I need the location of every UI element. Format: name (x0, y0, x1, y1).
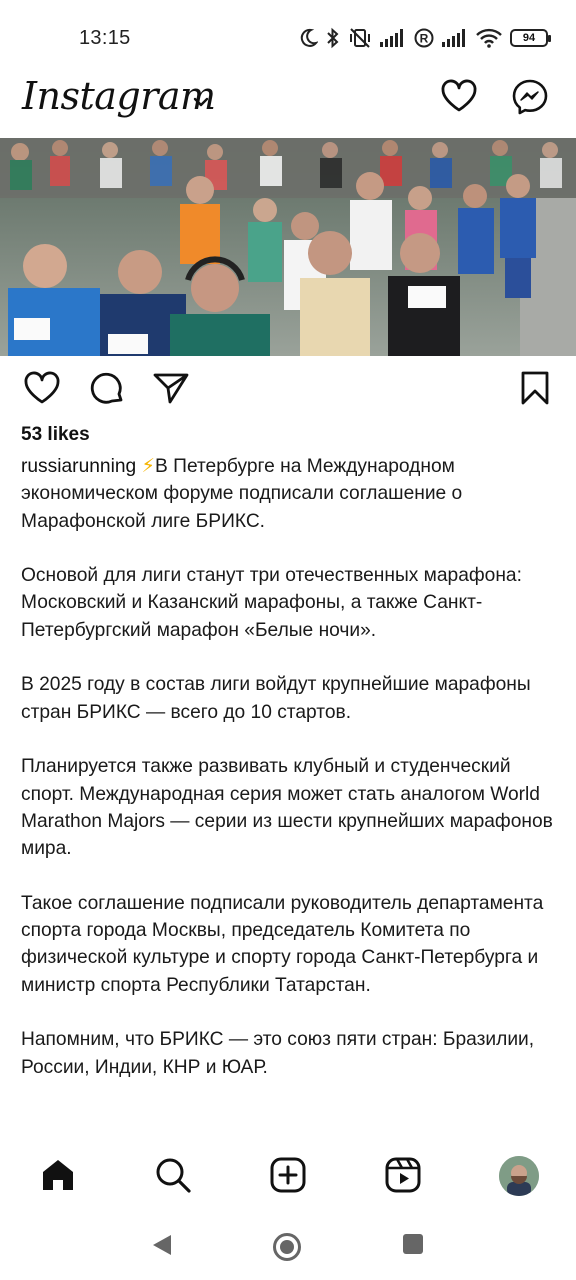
app-header: Instagram (0, 74, 576, 138)
status-icons: R 94 (298, 26, 551, 50)
post-actions (0, 370, 576, 414)
status-time: 13:15 (79, 27, 131, 49)
comment-icon[interactable] (88, 370, 126, 408)
bluetooth-icon (327, 27, 339, 49)
instagram-logo[interactable]: Instagram (22, 74, 216, 118)
caption-text: В Петербурге на Международном экономичес… (21, 456, 553, 1078)
post-caption: russiarunning ⚡В Петербурге на Междунаро… (21, 453, 561, 1081)
marathon-photo (0, 138, 576, 356)
roaming-r-icon: R (414, 28, 434, 48)
profile-avatar[interactable] (499, 1156, 539, 1196)
system-nav (0, 1210, 576, 1280)
messenger-icon[interactable] (511, 78, 549, 116)
bottom-nav (0, 1142, 576, 1208)
battery-level: 94 (522, 32, 536, 44)
moon-icon (300, 28, 318, 47)
create-icon[interactable] (269, 1156, 307, 1194)
search-icon[interactable] (154, 1156, 192, 1194)
like-icon[interactable] (23, 370, 61, 406)
save-icon[interactable] (518, 370, 552, 406)
wifi-icon (476, 28, 502, 48)
signal-icon (442, 29, 465, 47)
likes-count[interactable]: 53 likes (21, 424, 90, 446)
status-bar: 13:15 R 94 (0, 0, 576, 74)
post-image[interactable] (0, 138, 576, 356)
signal-icon (380, 29, 403, 47)
share-icon[interactable] (152, 370, 190, 406)
back-icon[interactable] (149, 1232, 175, 1258)
chevron-down-icon[interactable] (192, 96, 210, 108)
home-icon[interactable] (39, 1156, 77, 1194)
recents-icon[interactable] (401, 1232, 425, 1256)
home-circle-icon[interactable] (272, 1232, 302, 1262)
svg-text:R: R (420, 32, 429, 46)
lightning-emoji: ⚡ (141, 456, 156, 477)
caption-username[interactable]: russiarunning (21, 456, 136, 477)
vibrate-off-icon (350, 28, 370, 48)
reels-icon[interactable] (384, 1156, 422, 1194)
heart-icon[interactable] (440, 78, 478, 114)
battery-icon: 94 (510, 29, 551, 47)
